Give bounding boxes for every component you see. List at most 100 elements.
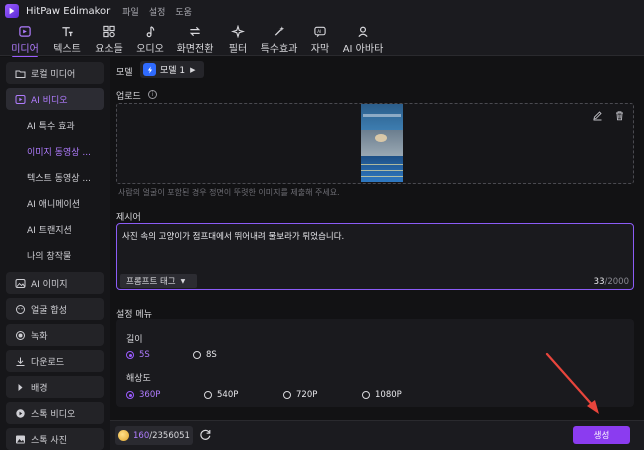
tab-subtitle-label: 자막 [310, 44, 330, 55]
sidebar-item-background[interactable]: 배경 [6, 376, 104, 398]
length-option-8s[interactable]: 8S [193, 350, 217, 360]
title-bar: HitPaw Edimakor 파일 설정 도움 [0, 0, 644, 22]
credits-current: 160 [133, 430, 150, 441]
sidebar: 로컬 미디어 AI 비디오 AI 특수 효과 이미지 동영상 ... 텍스트 동… [0, 57, 110, 450]
edit-icon[interactable] [592, 110, 603, 121]
length-option-5s-label: 5S [139, 350, 150, 360]
sidebar-item-local-media-label: 로컬 미디어 [31, 69, 76, 80]
ai-image-icon [15, 278, 26, 289]
tab-text[interactable]: 텍스트 [52, 25, 82, 55]
media-icon [19, 26, 31, 37]
tab-elements-label: 요소들 [95, 44, 123, 55]
info-icon[interactable]: i [148, 90, 157, 99]
sidebar-sub-ai-animation[interactable]: AI 애니메이션 [27, 197, 80, 210]
filter-icon [231, 25, 245, 38]
sidebar-sub-ai-transition[interactable]: AI 트랜지션 [27, 223, 72, 236]
tab-filter-label: 필터 [228, 44, 248, 55]
download-icon [15, 356, 26, 367]
radio-dot [362, 391, 370, 399]
tab-elements[interactable]: 요소들 [94, 25, 124, 55]
tab-audio-label: 오디오 [136, 44, 164, 55]
app-logo-icon [5, 4, 19, 18]
stock-video-icon [15, 408, 26, 419]
tab-ai-avatar[interactable]: AI 아바타 [342, 25, 384, 55]
sidebar-item-background-label: 배경 [31, 383, 48, 394]
resolution-option-360p-label: 360P [139, 390, 161, 400]
prompt-char-count: 33 [593, 277, 605, 287]
sidebar-item-download[interactable]: 다운로드 [6, 350, 104, 372]
radio-dot [126, 391, 134, 399]
sidebar-item-stock-video-label: 스톡 비디오 [31, 409, 76, 420]
sidebar-sub-text-to-video[interactable]: 텍스트 동영상 ... [27, 171, 91, 184]
tab-media[interactable]: 미디어 [8, 25, 42, 58]
radio-dot [204, 391, 212, 399]
text-icon [62, 27, 73, 37]
sidebar-item-ai-image-label: AI 이미지 [31, 279, 68, 290]
tab-effects-label: 특수효과 [260, 44, 298, 55]
sidebar-item-stock-video[interactable]: 스톡 비디오 [6, 402, 104, 424]
radio-dot [126, 351, 134, 359]
tab-audio[interactable]: 오디오 [135, 25, 165, 55]
face-swap-icon [15, 304, 26, 315]
sidebar-item-face-swap[interactable]: 얼굴 합성 [6, 298, 104, 320]
svg-text:AI: AI [317, 29, 321, 34]
resolution-option-720p[interactable]: 720P [283, 390, 317, 400]
length-option-5s[interactable]: 5S [126, 350, 150, 360]
tab-transition-label: 화면전환 [176, 44, 214, 55]
sidebar-sub-image-to-video[interactable]: 이미지 동영상 ... [27, 145, 91, 158]
radio-dot [283, 391, 291, 399]
resolution-option-720p-label: 720P [296, 390, 318, 400]
credits-badge[interactable]: 160/2356051 [115, 426, 193, 445]
sidebar-item-ai-image[interactable]: AI 이미지 [6, 272, 104, 294]
main-toolbar: 미디어 텍스트 요소들 오디오 화면전환 필터 특수효과 AI 자막 AI 아바… [0, 22, 644, 58]
trash-icon[interactable] [614, 110, 625, 121]
transition-icon [189, 26, 201, 37]
menu-help[interactable]: 도움 [175, 5, 192, 18]
sidebar-item-record[interactable]: 녹화 [6, 324, 104, 346]
tab-text-label: 텍스트 [53, 44, 81, 55]
menu-settings[interactable]: 설정 [149, 5, 166, 18]
prompt-tag-label: 프롬프트 태그 [126, 277, 176, 287]
folder-icon [15, 68, 26, 79]
sidebar-item-stock-photo[interactable]: 스톡 사진 [6, 428, 104, 450]
chevron-down-icon: ▼ [180, 277, 186, 285]
sidebar-item-stock-photo-label: 스톡 사진 [31, 435, 67, 446]
prompt-tag-button[interactable]: 프롬프트 태그 ▼ [120, 274, 197, 288]
refresh-icon[interactable] [199, 428, 212, 441]
sidebar-sub-ai-effects[interactable]: AI 특수 효과 [27, 119, 75, 132]
uploaded-image-thumbnail [361, 104, 403, 182]
credits-total: /2356051 [149, 430, 190, 441]
model-selector[interactable]: 모델 1 ▶ [140, 61, 204, 78]
tab-effects[interactable]: 특수효과 [258, 25, 300, 55]
tab-filter[interactable]: 필터 [225, 25, 251, 55]
prompt-input[interactable]: 사진 속의 고양이가 점프대에서 뛰어내려 물보라가 튀었습니다. 프롬프트 태… [116, 223, 634, 290]
prompt-char-counter: 33/2000 [594, 277, 629, 287]
main-panel: 모델 모델 1 ▶ 업로드 i 사람의 얼굴이 포함된 경우 정면이 뚜렷한 이… [110, 57, 644, 450]
avatar-icon [358, 26, 368, 38]
resolution-option-360p[interactable]: 360P [126, 390, 160, 400]
model-value: 모델 1 [160, 66, 186, 76]
elements-icon [103, 25, 115, 38]
record-icon [15, 330, 26, 341]
tab-subtitle[interactable]: AI 자막 [308, 25, 332, 55]
coin-icon [118, 430, 129, 441]
radio-dot [193, 351, 201, 359]
resolution-option-1080p-label: 1080P [375, 390, 402, 400]
tab-transition[interactable]: 화면전환 [175, 25, 215, 55]
caret-right-icon [15, 382, 26, 393]
upload-dropzone[interactable] [116, 103, 634, 184]
settings-panel: 길이 5S 8S 해상도 360P 540P 720P 1080P [116, 319, 634, 407]
sidebar-item-ai-video[interactable]: AI 비디오 [6, 88, 104, 110]
sidebar-item-record-label: 녹화 [31, 331, 48, 342]
prompt-char-max: /2000 [604, 277, 630, 287]
menu-file[interactable]: 파일 [122, 5, 139, 18]
effects-icon [274, 26, 285, 36]
sidebar-item-local-media[interactable]: 로컬 미디어 [6, 62, 104, 84]
resolution-option-540p[interactable]: 540P [204, 390, 238, 400]
sidebar-sub-my-creations[interactable]: 나의 창작물 [27, 249, 71, 262]
resolution-option-1080p[interactable]: 1080P [362, 390, 402, 400]
generate-button[interactable]: 생성 [573, 426, 630, 444]
stock-photo-icon [15, 434, 26, 445]
resolution-option-540p-label: 540P [217, 390, 239, 400]
audio-icon [146, 26, 155, 38]
